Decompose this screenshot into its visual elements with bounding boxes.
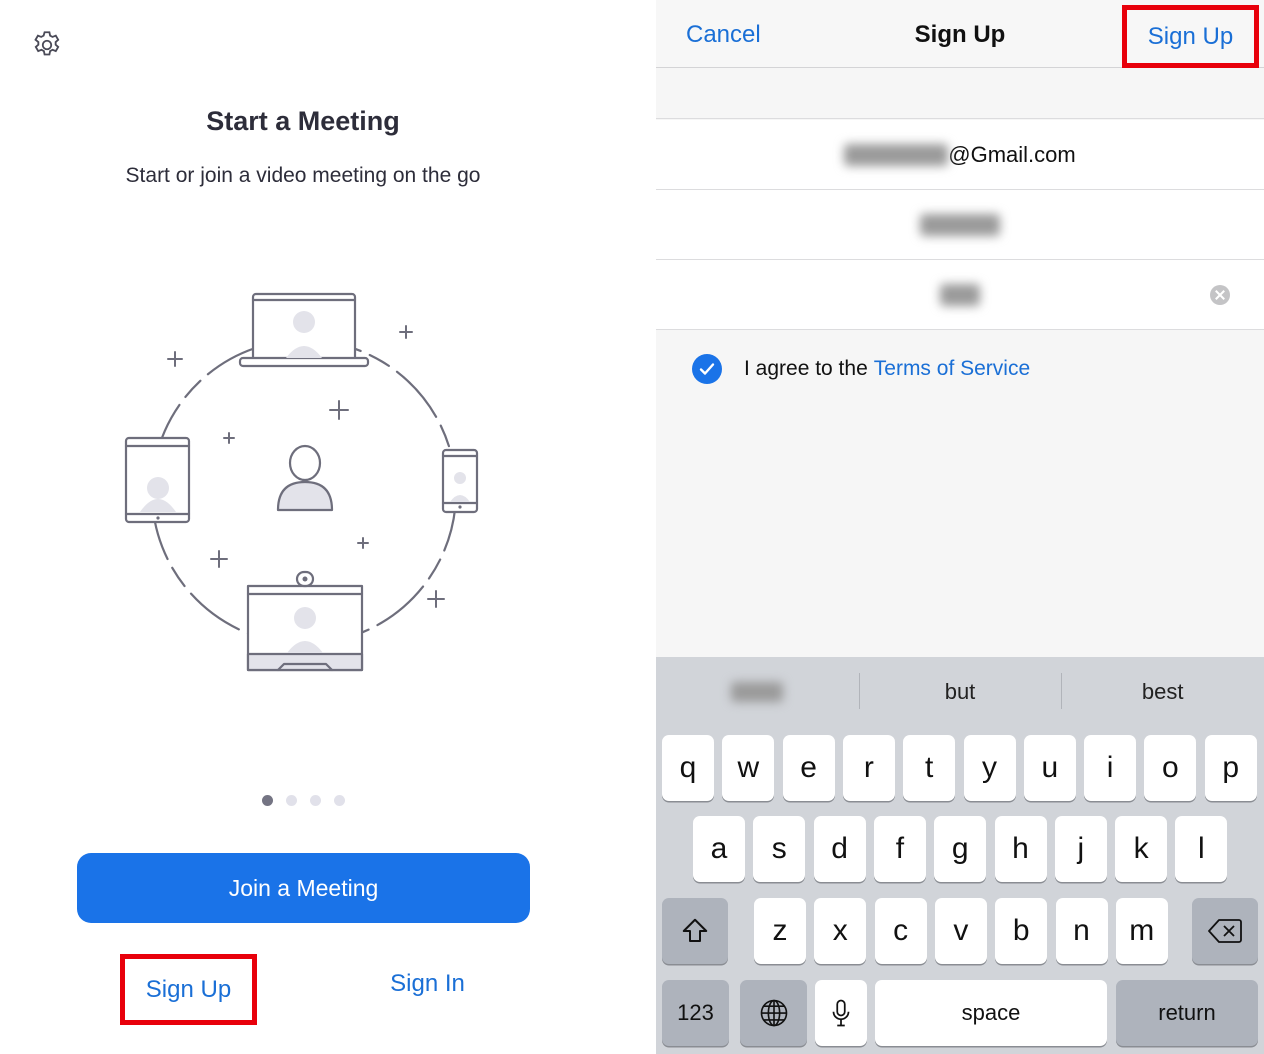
page-dot-1[interactable] bbox=[262, 795, 273, 806]
key-n[interactable]: n bbox=[1055, 898, 1108, 964]
sign-up-screen: Cancel Sign Up Sign Up @Gmail.com I agre… bbox=[656, 0, 1264, 1054]
laptop-icon bbox=[238, 292, 370, 368]
globe-icon bbox=[760, 999, 787, 1027]
key-m[interactable]: m bbox=[1115, 898, 1168, 964]
key-e[interactable]: e bbox=[782, 735, 835, 801]
page-dot-3[interactable] bbox=[310, 795, 321, 806]
key-w[interactable]: w bbox=[722, 735, 775, 801]
sign-up-button[interactable]: Sign Up bbox=[120, 954, 257, 1025]
key-l[interactable]: l bbox=[1175, 816, 1228, 882]
shift-key[interactable] bbox=[662, 898, 728, 964]
globe-key[interactable] bbox=[740, 980, 807, 1046]
key-j[interactable]: j bbox=[1054, 816, 1107, 882]
on-screen-keyboard: but best q w e r t y u i o p a s d f g h j k l z x c v b n m 123 sp… bbox=[656, 657, 1264, 1054]
numbers-key[interactable]: 123 bbox=[662, 980, 729, 1046]
key-y[interactable]: y bbox=[963, 735, 1016, 801]
checkmark-icon bbox=[699, 363, 715, 375]
key-c[interactable]: c bbox=[874, 898, 927, 964]
user-icon bbox=[276, 444, 334, 512]
key-p[interactable]: p bbox=[1204, 735, 1257, 801]
email-field[interactable]: @Gmail.com bbox=[656, 120, 1264, 190]
page-dot-4[interactable] bbox=[334, 795, 345, 806]
key-v[interactable]: v bbox=[934, 898, 987, 964]
start-meeting-screen: Start a Meeting Start or join a video me… bbox=[0, 0, 656, 1054]
key-h[interactable]: h bbox=[994, 816, 1047, 882]
microphone-icon bbox=[832, 999, 850, 1027]
last-name-field[interactable] bbox=[656, 260, 1264, 330]
agree-label: I agree to the bbox=[744, 357, 868, 380]
dictation-key[interactable] bbox=[815, 980, 867, 1046]
key-i[interactable]: i bbox=[1084, 735, 1137, 801]
clear-text-icon[interactable] bbox=[1210, 285, 1230, 305]
key-d[interactable]: d bbox=[813, 816, 866, 882]
terms-agreement: I agree to the Terms of Service bbox=[692, 354, 1030, 384]
key-s[interactable]: s bbox=[753, 816, 806, 882]
backspace-key[interactable] bbox=[1192, 898, 1258, 964]
key-b[interactable]: b bbox=[995, 898, 1048, 964]
email-domain-text: @Gmail.com bbox=[948, 141, 1076, 167]
form-header-spacer bbox=[656, 69, 1264, 119]
suggestion-1[interactable] bbox=[656, 657, 859, 727]
page-indicator[interactable] bbox=[262, 795, 345, 806]
gear-icon[interactable] bbox=[30, 28, 64, 62]
terms-of-service-link[interactable]: Terms of Service bbox=[874, 357, 1030, 381]
join-meeting-button[interactable]: Join a Meeting bbox=[77, 853, 530, 923]
sign-up-submit-button[interactable]: Sign Up bbox=[1122, 5, 1259, 68]
agree-checkbox[interactable] bbox=[692, 354, 722, 384]
return-key[interactable]: return bbox=[1116, 980, 1258, 1046]
phone-icon bbox=[441, 448, 479, 514]
suggestion-2[interactable]: but bbox=[858, 657, 1062, 727]
redacted-last-name bbox=[940, 283, 980, 306]
key-r[interactable]: r bbox=[842, 735, 895, 801]
page-title: Start a Meeting bbox=[206, 106, 400, 136]
sign-in-button[interactable]: Sign In bbox=[370, 970, 485, 998]
suggestion-3[interactable]: best bbox=[1061, 657, 1264, 727]
tablet-icon bbox=[124, 436, 191, 524]
devices-illustration bbox=[124, 292, 479, 672]
shift-icon bbox=[682, 918, 708, 942]
key-a[interactable]: a bbox=[693, 816, 745, 882]
key-o[interactable]: o bbox=[1144, 735, 1197, 801]
cancel-button[interactable]: Cancel bbox=[686, 21, 761, 49]
key-z[interactable]: z bbox=[754, 898, 806, 964]
redacted-first-name bbox=[920, 213, 1000, 236]
first-name-field[interactable] bbox=[656, 190, 1264, 260]
page-dot-2[interactable] bbox=[286, 795, 297, 806]
backspace-icon bbox=[1208, 919, 1242, 943]
page-subtitle: Start or join a video meeting on the go bbox=[125, 164, 481, 187]
key-t[interactable]: t bbox=[903, 735, 956, 801]
key-q[interactable]: q bbox=[662, 735, 714, 801]
key-x[interactable]: x bbox=[814, 898, 867, 964]
predictive-bar: but best bbox=[656, 657, 1264, 727]
redacted-email-user bbox=[844, 143, 949, 166]
key-g[interactable]: g bbox=[934, 816, 987, 882]
key-u[interactable]: u bbox=[1023, 735, 1076, 801]
key-k[interactable]: k bbox=[1115, 816, 1168, 882]
nav-bar: Cancel Sign Up Sign Up bbox=[656, 0, 1264, 68]
space-key[interactable]: space bbox=[875, 980, 1107, 1046]
room-system-icon bbox=[246, 570, 364, 672]
key-f[interactable]: f bbox=[873, 816, 926, 882]
